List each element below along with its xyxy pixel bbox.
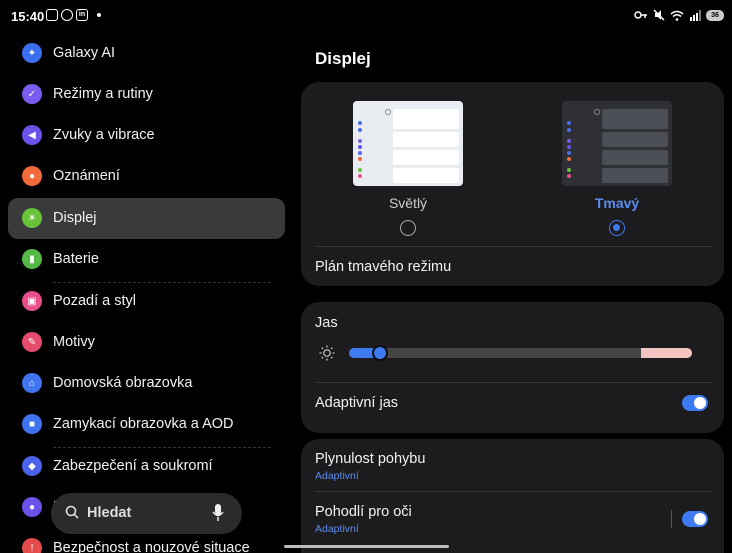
sidebar-item-label: Baterie <box>53 251 99 267</box>
clock: 15:40 <box>11 9 45 24</box>
adaptive-brightness-label: Adaptivní jas <box>315 395 399 411</box>
extra-brightness-zone <box>640 348 692 358</box>
lock-icon: ■ <box>22 414 42 434</box>
image-icon: ▣ <box>22 291 42 311</box>
sparkle-icon: ✦ <box>22 43 42 63</box>
sidebar-item-label: Galaxy AI <box>53 45 116 61</box>
eye-comfort-value: Adaptivní <box>315 523 359 535</box>
signal-icon <box>690 9 701 21</box>
divider <box>314 382 712 383</box>
linkedin-icon: in <box>76 9 88 21</box>
sun-icon: ☀ <box>22 208 42 228</box>
system-icons: 36 <box>634 9 724 21</box>
search-label: Hledat <box>87 505 132 521</box>
sidebar-item[interactable]: ◀ Zvuky a vibrace <box>8 115 285 156</box>
sidebar-item-label: Zamykací obrazovka a AOD <box>53 416 234 432</box>
sidebar-item-label: Režimy a rutiny <box>53 86 153 102</box>
screenshot-icon <box>46 9 58 21</box>
sidebar-item-label: Zabezpečení a soukromí <box>53 458 213 474</box>
camera-icon <box>61 9 73 21</box>
dark-theme-preview[interactable] <box>562 101 672 186</box>
bell-icon: ● <box>22 166 42 186</box>
dark-schedule-item[interactable]: Plán tmavého režimu <box>315 259 451 275</box>
sidebar: ✦ Galaxy AI ✓ Režimy a rutiny ◀ Zvuky a vibra… <box>0 30 292 553</box>
sidebar-item[interactable]: ■ Zamykací obrazovka a AOD <box>8 404 285 445</box>
home-icon: ⌂ <box>22 373 42 393</box>
sidebar-item[interactable]: ✦ Galaxy AI <box>8 33 285 74</box>
sidebar-item[interactable]: ✓ Režimy a rutiny <box>8 74 285 115</box>
separator <box>671 510 672 528</box>
sidebar-item[interactable]: ⌂ Domovská obrazovka <box>8 363 285 404</box>
battery-icon: ▮ <box>22 249 42 269</box>
brush-icon: ✎ <box>22 332 42 352</box>
sidebar-item-label: Oznámení <box>53 168 120 184</box>
gear-icon <box>385 109 391 115</box>
search-icon <box>65 505 79 519</box>
speaker-icon: ◀ <box>22 125 42 145</box>
eye-comfort-toggle[interactable] <box>682 511 708 527</box>
brightness-title: Jas <box>315 315 338 331</box>
shield-icon: ◆ <box>22 456 42 476</box>
light-theme-preview[interactable] <box>353 101 463 186</box>
gear-icon <box>594 109 600 115</box>
alert-icon: ! <box>22 538 42 553</box>
battery-indicator: 36 <box>706 9 724 21</box>
divider <box>314 491 712 492</box>
status-bar: 15:40 in 36 <box>0 0 732 34</box>
sidebar-item-label: Zvuky a vibrace <box>53 127 155 143</box>
key-icon <box>634 11 647 19</box>
motion-smoothness-title[interactable]: Plynulost pohybu <box>315 451 425 467</box>
search-bar[interactable]: Hledat <box>51 493 242 534</box>
home-indicator[interactable] <box>284 545 449 548</box>
sidebar-item[interactable]: ✎ Motivy <box>8 322 285 363</box>
microphone-icon[interactable] <box>212 504 224 522</box>
sidebar-item-label: Displej <box>53 210 97 226</box>
divider <box>314 246 712 247</box>
wifi-icon <box>670 10 684 21</box>
more-notifications-icon <box>97 13 101 17</box>
brightness-thumb[interactable] <box>371 345 388 361</box>
dark-theme-radio[interactable] <box>609 220 625 236</box>
sidebar-item-label: Pozadí a styl <box>53 293 137 309</box>
sidebar-item[interactable]: ▣ Pozadí a styl <box>8 281 285 322</box>
adaptive-brightness-toggle[interactable] <box>682 395 708 411</box>
location-icon: ● <box>22 497 42 517</box>
check-circle-icon: ✓ <box>22 84 42 104</box>
light-theme-radio[interactable] <box>400 220 416 236</box>
mute-icon <box>653 9 665 21</box>
motion-smoothness-value: Adaptivní <box>315 470 359 482</box>
sidebar-item-label: Domovská obrazovka <box>53 375 193 391</box>
sidebar-item[interactable]: ● Oznámení <box>8 156 285 197</box>
sidebar-item[interactable]: ◆ Zabezpečení a soukromí <box>8 446 285 487</box>
brightness-slider[interactable] <box>349 348 692 358</box>
notification-icons: in <box>46 9 101 21</box>
sidebar-item-label: Bezpečnost a nouzové situace <box>53 540 250 553</box>
motion-card: Plynulost pohybu Adaptivní Pohodlí pro o… <box>301 439 724 553</box>
brightness-card: Jas Adaptivní jas <box>301 302 724 433</box>
light-theme-label: Světlý <box>388 195 428 211</box>
dark-theme-label: Tmavý <box>594 195 640 211</box>
page-title: Displej <box>315 49 371 68</box>
sidebar-item[interactable]: ☀ Displej <box>8 198 285 239</box>
theme-card: Světlý Tmavý Plán tmavého režimu <box>301 82 724 286</box>
sun-icon <box>319 345 335 361</box>
sidebar-item-label: Motivy <box>53 334 95 350</box>
sidebar-item[interactable]: ▮ Baterie <box>8 239 285 280</box>
eye-comfort-title[interactable]: Pohodlí pro oči <box>315 504 412 520</box>
